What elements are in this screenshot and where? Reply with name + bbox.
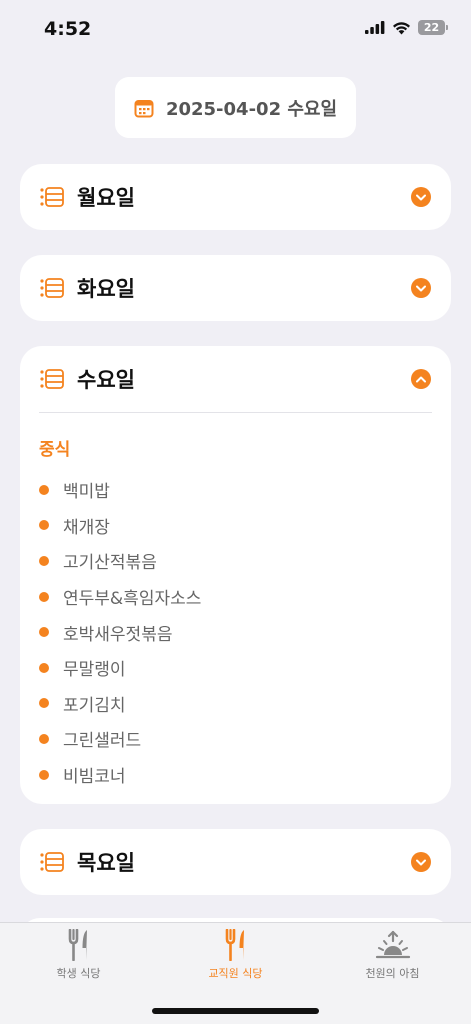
day-card-tuesday: 화요일 [20,255,451,321]
home-indicator[interactable] [152,1008,319,1014]
fork-knife-icon [225,929,244,961]
signal-icon [365,21,385,34]
chevron-down-icon[interactable] [411,852,431,872]
bullet-icon [39,484,49,495]
menu-item: 백미밥 [39,472,432,508]
tab-label: 천원의 아침 [365,967,420,980]
day-title: 월요일 [77,186,135,210]
menu-item: 비빔코너 [39,757,432,793]
list-icon [40,852,64,872]
date-text: 2025-04-02 수요일 [165,98,338,120]
bullet-icon [39,591,49,602]
bullet-icon [39,662,49,673]
chevron-up-icon[interactable] [411,369,431,389]
tab-label: 학생 식당 [56,967,101,980]
day-title: 목요일 [77,851,135,875]
menu-item-label: 호박새우젓볶음 [63,624,173,645]
menu-item: 연두부&흑임자소스 [39,579,432,615]
bullet-icon [39,698,49,709]
menu-item-label: 고기산적볶음 [63,553,157,574]
day-header-thursday[interactable]: 목요일 [20,829,451,895]
menu-item-label: 비빔코너 [63,767,126,788]
menu-section: 중식 백미밥 채개장 고기산적볶음 연두부&흑임자소스 호박새우젓볶음 무말랭이… [20,413,451,792]
day-card-wednesday: 수요일 중식 백미밥 채개장 고기산적볶음 연두부&흑임자소스 호박새우젓볶음 … [20,346,451,804]
tab-staff-cafeteria[interactable]: 교직원 식당 [157,923,314,1003]
menu-item-label: 그린샐러드 [63,731,142,752]
menu-item-label: 포기김치 [63,695,126,716]
menu-item-label: 채개장 [63,517,110,538]
sunrise-icon [375,930,410,959]
list-icon [40,278,64,298]
bullet-icon [39,769,49,780]
day-title: 수요일 [77,368,135,392]
bullet-icon [39,733,49,744]
menu-item-label: 백미밥 [63,482,110,503]
menu-item: 채개장 [39,508,432,544]
bullet-icon [39,627,49,638]
day-header-monday[interactable]: 월요일 [20,164,451,230]
status-bar: 4:52 22 [0,0,471,60]
date-selector[interactable]: 2025-04-02 수요일 [115,77,356,138]
status-time: 4:52 [44,18,92,40]
bullet-icon [39,520,49,531]
calendar-icon [134,99,154,117]
day-card-thursday: 목요일 [20,829,451,895]
battery-icon: 22 [418,20,448,35]
list-icon [40,187,64,207]
bullet-icon [39,555,49,566]
menu-list: 백미밥 채개장 고기산적볶음 연두부&흑임자소스 호박새우젓볶음 무말랭이 포기… [39,472,432,792]
day-header-tuesday[interactable]: 화요일 [20,255,451,321]
wifi-icon [393,21,410,34]
day-title: 화요일 [77,277,135,301]
menu-item-label: 연두부&흑임자소스 [63,589,202,610]
day-card-monday: 월요일 [20,164,451,230]
menu-item: 포기김치 [39,686,432,722]
fork-knife-icon [68,929,87,961]
meal-label: 중식 [39,440,71,460]
chevron-down-icon[interactable] [411,278,431,298]
tab-label: 교직원 식당 [208,967,263,980]
tab-1000won-breakfast[interactable]: 천원의 아침 [314,923,471,1003]
chevron-down-icon[interactable] [411,187,431,207]
menu-item: 그린샐러드 [39,721,432,757]
menu-item: 호박새우젓볶음 [39,614,432,650]
day-header-wednesday[interactable]: 수요일 [20,346,451,412]
tab-student-cafeteria[interactable]: 학생 식당 [0,923,157,1003]
menu-item: 고기산적볶음 [39,543,432,579]
status-icons: 22 [365,20,448,35]
menu-item: 무말랭이 [39,650,432,686]
list-icon [40,369,64,389]
menu-item-label: 무말랭이 [63,660,126,681]
